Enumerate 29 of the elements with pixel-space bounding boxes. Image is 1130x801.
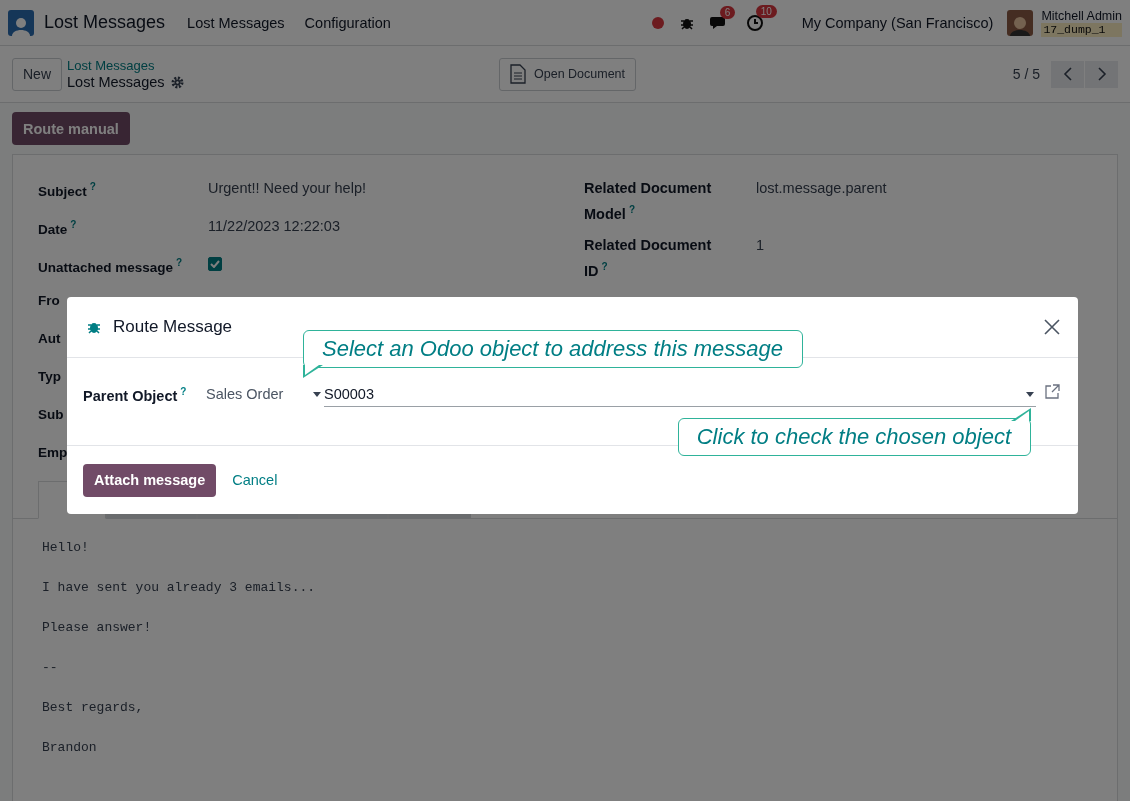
- message-line: I have sent you already 3 emails...: [42, 579, 317, 597]
- message-line: Best regards,: [42, 699, 145, 717]
- field-label: Related Document Model $^{?}$: [584, 179, 713, 224]
- field-label: Fro: [38, 293, 60, 308]
- field-value: Urgent!! Need your help!: [208, 179, 366, 198]
- message-line: Brandon: [42, 739, 98, 757]
- callout: Select an Odoo object to address this message: [303, 330, 804, 378]
- notification-badge: 10: [755, 4, 777, 18]
- pager-value: 5 / 5: [1012, 66, 1040, 82]
- message-line: Please answer!: [42, 619, 153, 637]
- field-label: Typ: [38, 369, 61, 384]
- breadcrumb-current: Lost Messages: [67, 74, 165, 91]
- dialog-title: Route Message: [113, 317, 234, 337]
- database-name: 17_dump_1: [1041, 22, 1122, 37]
- field-label: Emp: [38, 445, 68, 460]
- message-line: Hello!: [42, 539, 90, 557]
- field-label: Date $^{?}$: [38, 221, 77, 237]
- field-label: Sub: [38, 407, 64, 422]
- field-label: Parent Object $^{?}$: [83, 387, 187, 404]
- field-label: Subject $^{?}$: [38, 183, 96, 199]
- message-line: --: [42, 659, 59, 677]
- field-value: 11/22/2023 12:22:03: [208, 217, 340, 236]
- field-value: 1: [756, 236, 765, 255]
- field-label: Unattached message $^{?}$: [38, 259, 183, 275]
- field-label: Aut: [38, 331, 61, 346]
- notification-badge: 6: [719, 5, 736, 19]
- callout: Click to check the chosen object: [677, 408, 1031, 456]
- field-label: Related Document ID $^{?}$: [584, 236, 713, 281]
- field-value: lost.message.parent: [756, 179, 887, 198]
